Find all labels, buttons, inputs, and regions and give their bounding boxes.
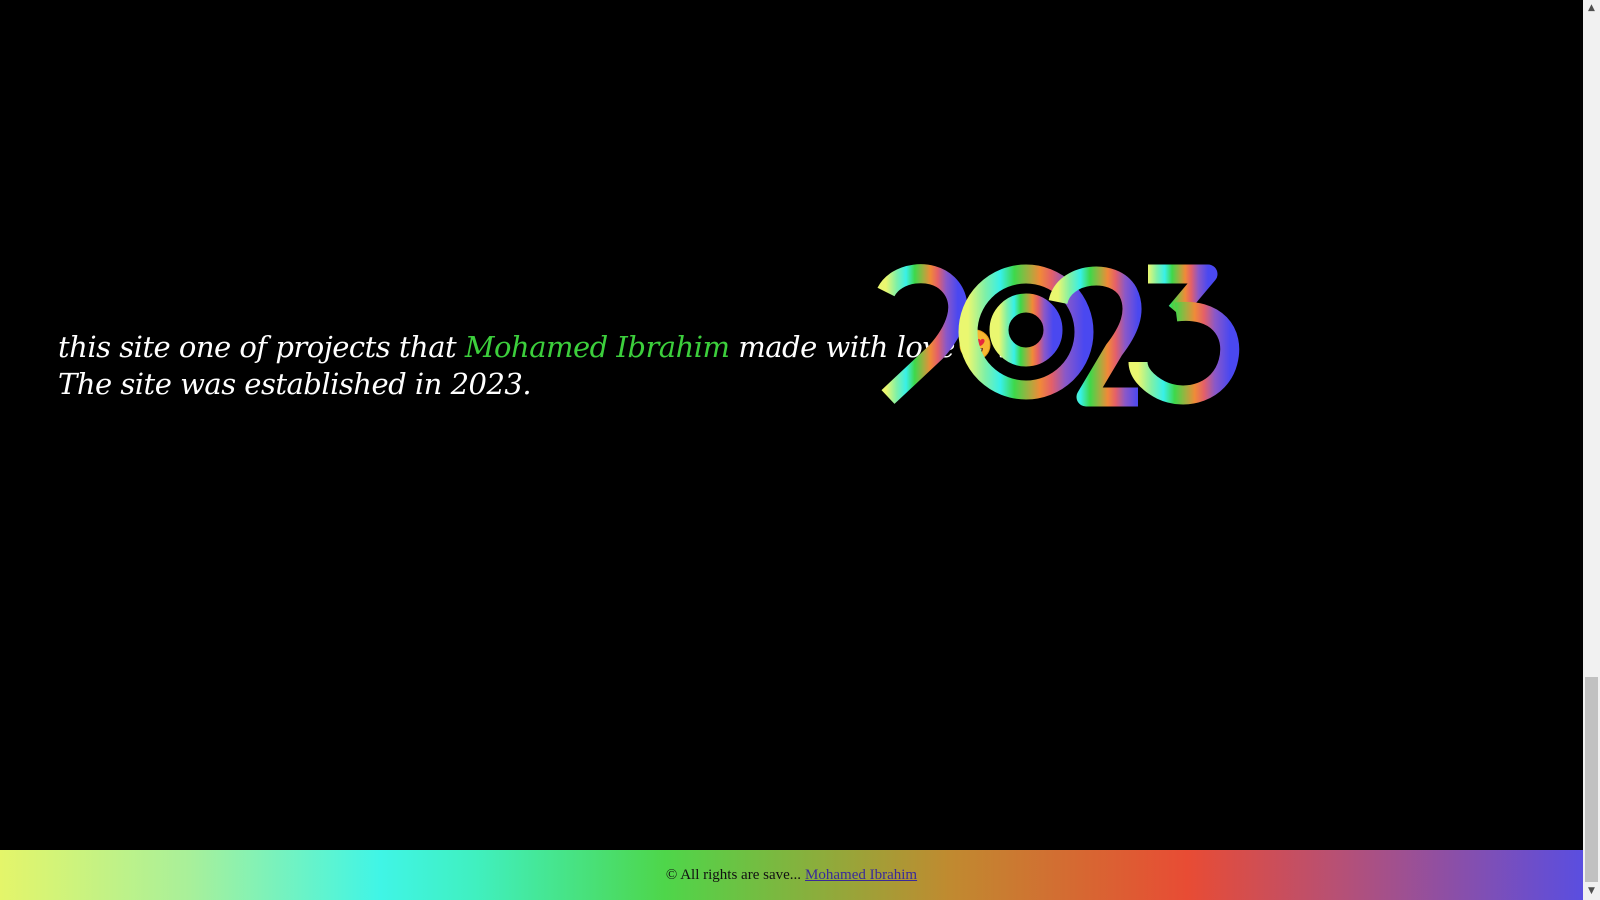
about-text: this site one of projects that Mohamed I… <box>58 329 1006 403</box>
scrollbar-thumb[interactable] <box>1585 677 1598 882</box>
about-line-1: this site one of projects that Mohamed I… <box>58 329 1006 366</box>
about-line-2: The site was established in 2023. <box>58 367 532 401</box>
footer-author-link[interactable]: Mohamed Ibrahim <box>805 867 917 884</box>
author-name: Mohamed Ibrahim <box>464 330 730 364</box>
footer: © All rights are save... Mohamed Ibrahim <box>0 850 1583 900</box>
scroll-up-arrow-icon[interactable]: ▲ <box>1583 0 1600 17</box>
year-2023-gradient-logo <box>877 264 1240 407</box>
vertical-scrollbar[interactable]: ▲ ▼ <box>1583 0 1600 900</box>
scroll-down-arrow-icon[interactable]: ▼ <box>1583 883 1600 900</box>
year-2023-logo <box>876 262 1256 412</box>
about-prefix: this site one of projects that <box>58 330 465 364</box>
copyright-text: © All rights are save... <box>665 866 802 883</box>
page-viewport: this site one of projects that Mohamed I… <box>0 0 1583 900</box>
